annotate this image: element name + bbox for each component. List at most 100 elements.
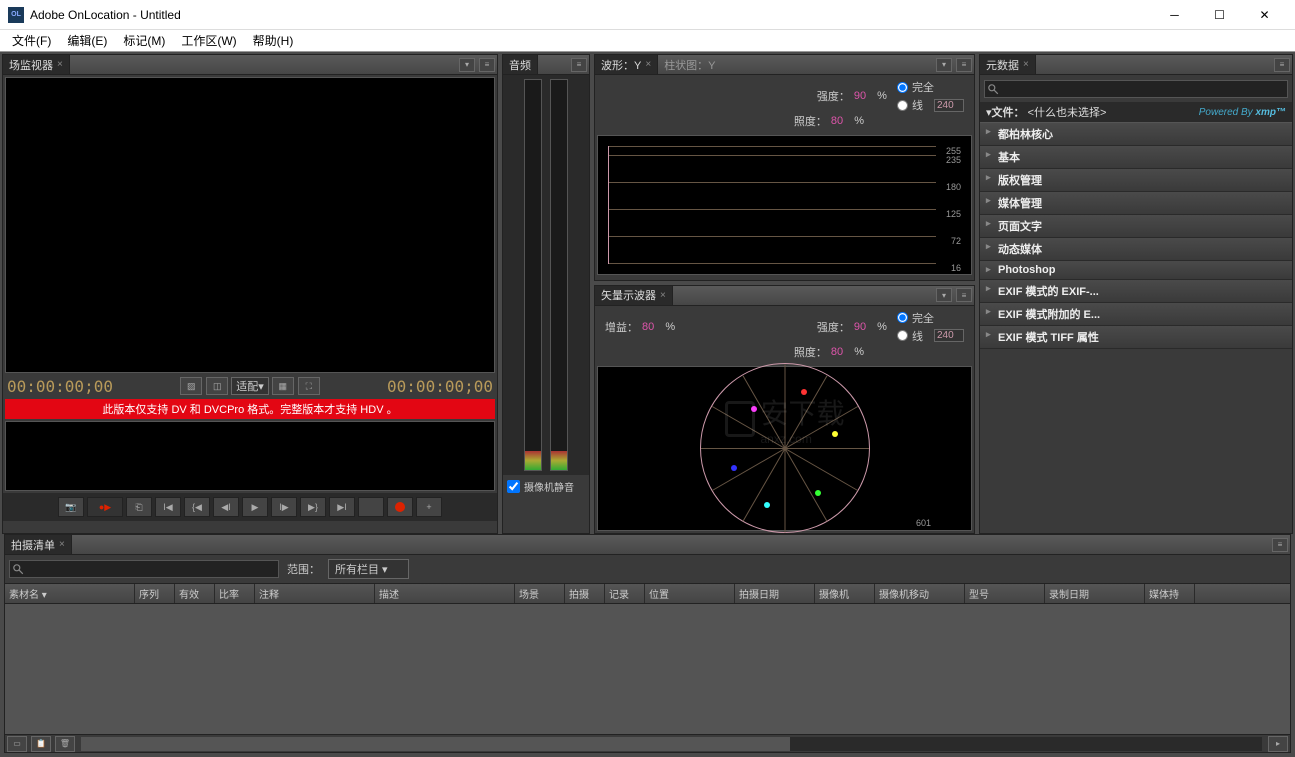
- prev-clip-button[interactable]: ⎗: [126, 497, 152, 517]
- line-value-input[interactable]: [934, 99, 964, 112]
- panel-menu-icon[interactable]: ≡: [956, 58, 972, 72]
- goto-end-button[interactable]: ▶I: [329, 497, 355, 517]
- minimize-button[interactable]: ─: [1152, 0, 1197, 30]
- metadata-category[interactable]: 页面文字: [980, 215, 1292, 238]
- vec-brightness-value[interactable]: 80: [831, 346, 843, 358]
- metadata-category[interactable]: 版权管理: [980, 169, 1292, 192]
- tab-histogram-y[interactable]: 柱状图：Y: [658, 55, 721, 75]
- panel-menu-icon[interactable]: ≡: [571, 58, 587, 72]
- tab-waveform-y[interactable]: 波形：Y×: [595, 55, 658, 74]
- vectorscope-panel-header: 矢量示波器× ▾ ≡: [595, 286, 974, 306]
- vec-intensity-value[interactable]: 90: [854, 321, 866, 333]
- camera-mute-checkbox[interactable]: [507, 480, 520, 493]
- column-header[interactable]: 场景: [515, 584, 565, 603]
- delete-icon[interactable]: 🗑: [55, 736, 75, 752]
- tab-shotlist[interactable]: 拍摄清单×: [5, 535, 72, 554]
- metadata-category[interactable]: 都柏林核心: [980, 123, 1292, 146]
- metadata-category[interactable]: EXIF 模式附加的 E...: [980, 303, 1292, 326]
- tab-vectorscope[interactable]: 矢量示波器×: [595, 286, 673, 305]
- menu-workspace[interactable]: 工作区(W): [173, 30, 244, 51]
- brightness-label: 照度：80 %: [794, 113, 864, 129]
- column-header[interactable]: 注释: [255, 584, 375, 603]
- column-header[interactable]: 录制日期: [1045, 584, 1145, 603]
- audio-meter-left: [524, 79, 542, 471]
- play-button[interactable]: ▶: [242, 497, 268, 517]
- range-select[interactable]: 所有栏目 ▾: [328, 559, 409, 579]
- record-button[interactable]: [387, 497, 413, 517]
- column-header[interactable]: 型号: [965, 584, 1045, 603]
- shotlist-body[interactable]: [5, 604, 1290, 734]
- close-icon[interactable]: ×: [660, 290, 666, 301]
- close-icon[interactable]: ×: [1023, 59, 1029, 70]
- horizontal-scrollbar[interactable]: [81, 737, 1262, 751]
- vec-full-radio[interactable]: [897, 312, 908, 323]
- camera-icon[interactable]: 📷: [58, 497, 84, 517]
- column-header[interactable]: 素材名 ▾: [5, 584, 135, 603]
- intensity-value[interactable]: 90: [854, 90, 866, 102]
- gain-label: 增益：80 %: [605, 319, 675, 335]
- scroll-right-icon[interactable]: ▸: [1268, 736, 1288, 752]
- timeline-strip[interactable]: [5, 421, 495, 491]
- metadata-category[interactable]: EXIF 模式的 EXIF-...: [980, 280, 1292, 303]
- panel-dropdown-icon[interactable]: ▾: [936, 58, 952, 72]
- column-header[interactable]: 记录: [605, 584, 645, 603]
- close-icon[interactable]: ×: [59, 539, 65, 550]
- column-header[interactable]: 拍摄日期: [735, 584, 815, 603]
- column-header[interactable]: 序列: [135, 584, 175, 603]
- column-header[interactable]: 描述: [375, 584, 515, 603]
- frame-icon[interactable]: ⛶: [298, 377, 320, 395]
- stripes-icon[interactable]: ▨: [180, 377, 202, 395]
- close-icon[interactable]: ×: [645, 59, 651, 70]
- column-header[interactable]: 比率: [215, 584, 255, 603]
- panel-menu-icon[interactable]: ≡: [956, 288, 972, 302]
- metadata-category[interactable]: 基本: [980, 146, 1292, 169]
- metadata-category[interactable]: EXIF 模式 TIFF 属性: [980, 326, 1292, 349]
- panel-dropdown-icon[interactable]: ▾: [936, 288, 952, 302]
- metadata-category[interactable]: Photoshop: [980, 261, 1292, 280]
- grid-icon[interactable]: ▦: [272, 377, 294, 395]
- close-icon[interactable]: ×: [57, 59, 63, 70]
- column-header[interactable]: 位置: [645, 584, 735, 603]
- new-clip-icon[interactable]: ▭: [7, 736, 27, 752]
- mark-in-button[interactable]: {◀: [184, 497, 210, 517]
- panel-dropdown-icon[interactable]: ▾: [459, 58, 475, 72]
- metadata-category[interactable]: 动态媒体: [980, 238, 1292, 261]
- menu-help[interactable]: 帮助(H): [245, 30, 302, 51]
- metadata-search-input[interactable]: [984, 80, 1288, 98]
- gain-value[interactable]: 80: [642, 321, 654, 333]
- step-back-button[interactable]: ◀I: [213, 497, 239, 517]
- maximize-button[interactable]: ☐: [1197, 0, 1242, 30]
- close-button[interactable]: ✕: [1242, 0, 1287, 30]
- record-arm-button[interactable]: ●▶: [87, 497, 123, 517]
- mark-out-button[interactable]: ▶}: [300, 497, 326, 517]
- column-header[interactable]: 媒体持: [1145, 584, 1195, 603]
- panel-menu-icon[interactable]: ≡: [1272, 538, 1288, 552]
- scope-full-radio[interactable]: [897, 82, 908, 93]
- vec-line-radio[interactable]: [897, 330, 908, 341]
- metadata-category[interactable]: 媒体管理: [980, 192, 1292, 215]
- window-title: Adobe OnLocation - Untitled: [30, 8, 1152, 22]
- goto-start-button[interactable]: I◀: [155, 497, 181, 517]
- column-header[interactable]: 拍摄: [565, 584, 605, 603]
- tab-audio[interactable]: 音频: [503, 55, 538, 74]
- vec-line-input[interactable]: [934, 329, 964, 342]
- tab-metadata[interactable]: 元数据×: [980, 55, 1036, 74]
- split-icon[interactable]: ◫: [206, 377, 228, 395]
- menu-marker[interactable]: 标记(M): [115, 30, 173, 51]
- menu-file[interactable]: 文件(F): [4, 30, 59, 51]
- brightness-value[interactable]: 80: [831, 115, 843, 127]
- panel-menu-icon[interactable]: ≡: [479, 58, 495, 72]
- tab-field-monitor[interactable]: 场监视器×: [3, 55, 70, 74]
- panel-menu-icon[interactable]: ≡: [1274, 58, 1290, 72]
- step-fwd-button[interactable]: I▶: [271, 497, 297, 517]
- fit-select[interactable]: 适配 ▾: [231, 377, 269, 395]
- new-folder-icon[interactable]: 📋: [31, 736, 51, 752]
- column-header[interactable]: 有效: [175, 584, 215, 603]
- menu-edit[interactable]: 编辑(E): [59, 30, 115, 51]
- add-clip-button[interactable]: +: [416, 497, 442, 517]
- scope-line-radio[interactable]: [897, 100, 908, 111]
- column-header[interactable]: 摄像机: [815, 584, 875, 603]
- shotlist-search-input[interactable]: [9, 560, 279, 578]
- column-header[interactable]: 摄像机移动: [875, 584, 965, 603]
- stop-button[interactable]: [358, 497, 384, 517]
